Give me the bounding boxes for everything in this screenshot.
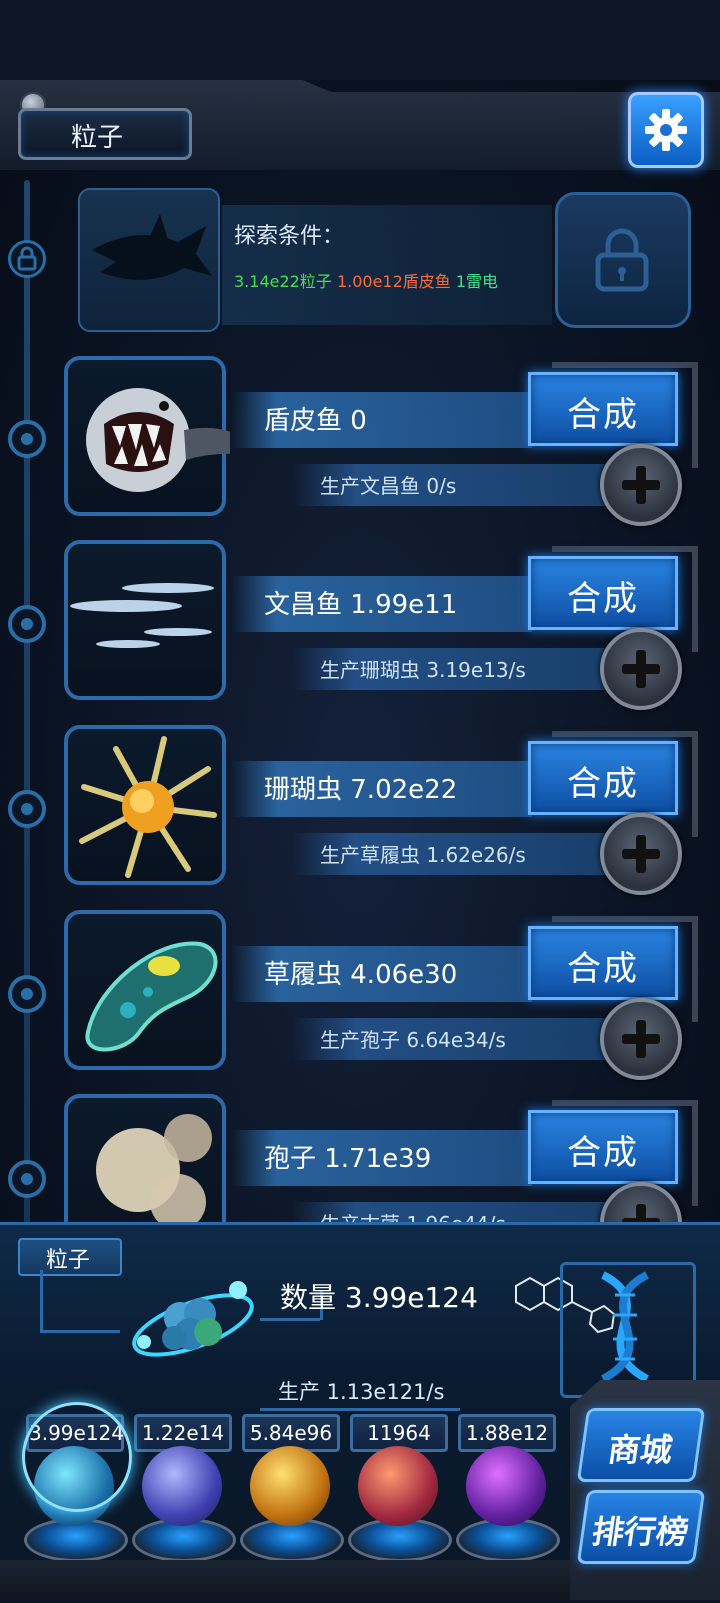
particle-count: 数量 3.99e124: [280, 1281, 478, 1314]
creature-production: 生产草履虫 1.62e26/s: [320, 843, 526, 867]
settings-button[interactable]: [628, 92, 704, 168]
lancelet-icon: [70, 583, 214, 648]
creature-thumb-paramecium: [64, 910, 226, 1070]
lock-icon: [595, 228, 649, 292]
gear-icon: [645, 109, 687, 151]
merge-label: 合成: [567, 1133, 639, 1173]
unlock-button[interactable]: [555, 192, 691, 328]
top-strip: [0, 0, 720, 80]
creature-row: 珊瑚虫 7.02e22 生产草履虫 1.62e26/s 合成: [0, 725, 720, 905]
bottom-strip: [0, 1560, 570, 1600]
explore-condition-label: 探索条件：: [234, 224, 345, 249]
creature-name-count: 草履虫 4.06e30: [264, 960, 458, 990]
creature-name-count: 文昌鱼 1.99e11: [264, 590, 458, 620]
add-button[interactable]: [600, 998, 682, 1080]
creature-thumb-dunkleosteus: [64, 356, 230, 516]
leaderboard-button[interactable]: 排行榜: [576, 1490, 706, 1564]
creature-name-count: 珊瑚虫 7.02e22: [264, 775, 458, 805]
particle-orb-icon: [132, 1281, 254, 1357]
paramecium-icon: [85, 941, 218, 1052]
creature-row: 文昌鱼 1.99e11 生产珊瑚虫 3.19e13/s 合成: [0, 540, 720, 720]
merge-label: 合成: [567, 579, 639, 619]
merge-label: 合成: [567, 949, 639, 989]
leaderboard-label: 排行榜: [589, 1513, 691, 1551]
circuit-line: [40, 1270, 43, 1330]
merge-label: 合成: [567, 764, 639, 804]
creature-production: 生产孢子 6.64e34/s: [320, 1028, 506, 1052]
lightning-resource-icon[interactable]: [142, 1446, 222, 1526]
circuit-line: [40, 1330, 120, 1333]
explore-requirements: 3.14e22粒子 1.00e12盾皮鱼 1雷电: [234, 268, 498, 292]
dna-frame: [560, 1262, 696, 1398]
add-button[interactable]: [600, 813, 682, 895]
dna-icon: [601, 1271, 649, 1383]
creature-production: 生产珊瑚虫 3.19e13/s: [320, 658, 526, 682]
page-title: 粒子: [18, 108, 192, 160]
coral-polyp-icon: [79, 736, 217, 878]
brain-resource-icon[interactable]: [358, 1446, 438, 1526]
add-button[interactable]: [600, 444, 682, 526]
star-resource-icon[interactable]: [250, 1446, 330, 1526]
circuit-line: [260, 1318, 320, 1321]
creature-name-count: 盾皮鱼 0: [264, 406, 367, 436]
rail-lock-icon: [8, 240, 46, 278]
creature-name-count: 孢子 1.71e39: [264, 1144, 432, 1174]
merge-button[interactable]: 合成: [528, 926, 678, 1000]
creature-row: 草履虫 4.06e30 生产孢子 6.64e34/s 合成: [0, 910, 720, 1090]
shop-button[interactable]: 商城: [576, 1408, 706, 1482]
summary-title-tab: 粒子: [18, 1238, 122, 1276]
creature-row: 盾皮鱼 0 生产文昌鱼 0/s 合成: [0, 356, 720, 536]
creature-thumb-coral-polyp: [64, 725, 226, 885]
merge-button[interactable]: 合成: [528, 556, 678, 630]
portal-resource-icon[interactable]: [466, 1446, 546, 1526]
page-title-text: 粒子: [71, 122, 124, 152]
merge-button[interactable]: 合成: [528, 372, 678, 446]
selected-resource-ring: [22, 1402, 132, 1512]
req-fish: 1.00e12盾皮鱼: [336, 272, 451, 291]
creature-production: 生产文昌鱼 0/s: [320, 474, 457, 498]
summary-title: 粒子: [46, 1248, 91, 1273]
merge-button[interactable]: 合成: [528, 1110, 678, 1184]
armored-fish-icon: [86, 388, 230, 492]
shop-label: 商城: [605, 1431, 675, 1469]
locked-creature-thumb: [78, 188, 220, 332]
creature-thumb-amphioxus: [64, 540, 226, 700]
req-thunder: 1雷电: [455, 272, 499, 291]
header: 粒子: [0, 80, 720, 170]
shark-silhouette-icon: [92, 214, 212, 280]
req-particles: 3.14e22粒子: [234, 272, 332, 291]
merge-button[interactable]: 合成: [528, 741, 678, 815]
add-button[interactable]: [600, 628, 682, 710]
merge-label: 合成: [567, 395, 639, 435]
